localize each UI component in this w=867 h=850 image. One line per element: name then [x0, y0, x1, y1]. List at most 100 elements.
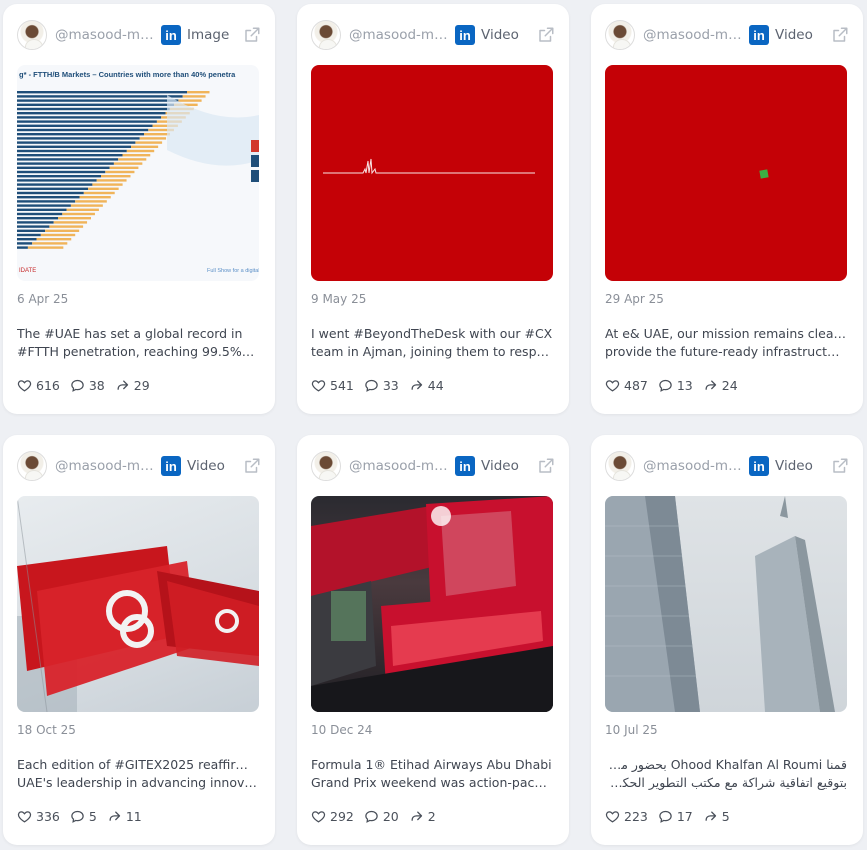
comments-stat: 20 [364, 809, 399, 824]
likes-count: 487 [624, 378, 648, 393]
shares-stat: 29 [115, 378, 150, 393]
post-media-video[interactable] [17, 496, 259, 712]
media-type-label: Video [775, 27, 813, 43]
share-icon [115, 378, 130, 393]
comments-count: 17 [676, 809, 693, 824]
avatar[interactable] [17, 20, 47, 50]
post-date: 29 Apr 25 [605, 292, 664, 306]
author-handle[interactable]: @masood-m-… [55, 458, 155, 474]
comment-icon [364, 809, 379, 824]
engagement-stats: 336 5 11 [17, 809, 152, 824]
comments-stat: 38 [70, 378, 105, 393]
avatar[interactable] [311, 20, 341, 50]
post-text-line: بتوقيع اتفاقية شراكة مع مكتب التطوير الح… [605, 775, 847, 790]
avatar[interactable] [311, 451, 341, 481]
linkedin-icon: in [749, 25, 769, 45]
post-media-video[interactable] [605, 496, 847, 712]
share-icon [409, 378, 424, 393]
shares-count: 2 [427, 809, 436, 824]
heart-icon [17, 809, 32, 824]
author-handle[interactable]: @masood-m-… [643, 458, 743, 474]
heart-icon [311, 378, 326, 393]
external-link-icon[interactable] [243, 457, 261, 475]
post-card[interactable]: @masood-m-… in Image g* - FTTH/B Markets… [3, 4, 275, 414]
post-media-video[interactable] [311, 65, 553, 281]
author-handle[interactable]: @masood-m-… [349, 458, 449, 474]
post-text-line: #FTTH penetration, reaching 99.5%—a… [17, 344, 259, 359]
linkedin-icon: in [455, 25, 475, 45]
likes-stat: 541 [311, 378, 354, 393]
comments-stat: 17 [658, 809, 693, 824]
post-date: 18 Oct 25 [17, 723, 76, 737]
engagement-stats: 616 38 29 [17, 378, 160, 393]
svg-text:Full Show for a digital: Full Show for a digital [207, 268, 259, 274]
post-date: 9 May 25 [311, 292, 367, 306]
external-link-icon[interactable] [831, 457, 849, 475]
linkedin-icon: in [161, 25, 181, 45]
card-header: @masood-m-… in Video [605, 450, 849, 482]
post-text-line: team in Ajman, joining them to respond… [311, 344, 553, 359]
share-icon [703, 378, 718, 393]
shares-count: 5 [721, 809, 730, 824]
comments-stat: 5 [70, 809, 97, 824]
post-date: 6 Apr 25 [17, 292, 69, 306]
likes-stat: 336 [17, 809, 60, 824]
post-text-line: The #UAE has set a global record in [17, 326, 243, 341]
comment-icon [70, 809, 85, 824]
shares-stat: 44 [409, 378, 444, 393]
post-media-video[interactable] [311, 496, 553, 712]
post-card[interactable]: @masood-m-… in Video 10 Dec 24 Formula 1… [297, 435, 569, 845]
comments-count: 13 [676, 378, 693, 393]
post-text[interactable]: I went #BeyondTheDesk with our #CX team … [311, 325, 553, 361]
shares-count: 44 [427, 378, 444, 393]
post-text[interactable]: قمنا Ohood Khalfan Al Roumi بحضور معالي … [605, 756, 847, 792]
likes-count: 541 [330, 378, 354, 393]
shares-stat: 5 [703, 809, 730, 824]
comment-icon [364, 378, 379, 393]
post-text[interactable]: Formula 1® Etihad Airways Abu Dhabi Gran… [311, 756, 553, 792]
post-text-line: قمنا Ohood Khalfan Al Roumi بحضور معالي [605, 757, 847, 772]
shares-stat: 2 [409, 809, 436, 824]
comment-icon [70, 378, 85, 393]
likes-stat: 292 [311, 809, 354, 824]
avatar[interactable] [605, 451, 635, 481]
post-text[interactable]: Each edition of #GITEX2025 reaffirms the… [17, 756, 259, 792]
post-media-video[interactable] [605, 65, 847, 281]
engagement-stats: 223 17 5 [605, 809, 740, 824]
external-link-icon[interactable] [831, 26, 849, 44]
post-text[interactable]: The #UAE has set a global record in #FTT… [17, 325, 259, 361]
post-text-line: UAE's leadership in advancing innovatio… [17, 775, 259, 790]
post-text-line: Formula 1® Etihad Airways Abu Dhabi [311, 757, 552, 772]
card-header: @masood-m-… in Video [311, 450, 555, 482]
post-date: 10 Dec 24 [311, 723, 373, 737]
post-card[interactable]: @masood-m-… in Video 10 Jul 25 قمنا Ohoo… [591, 435, 863, 845]
post-card[interactable]: @masood-m-… in Video 18 Oct 25 Each edit… [3, 435, 275, 845]
comment-icon [658, 378, 673, 393]
post-card[interactable]: @masood-m-… in Video 29 Apr 25 At e& UAE… [591, 4, 863, 414]
author-handle[interactable]: @masood-m-… [349, 27, 449, 43]
comments-count: 5 [88, 809, 97, 824]
post-text-line: I went #BeyondTheDesk with our #CX [311, 326, 553, 341]
comments-count: 20 [382, 809, 399, 824]
linkedin-icon: in [455, 456, 475, 476]
author-handle[interactable]: @masood-m-… [643, 27, 743, 43]
share-icon [409, 809, 424, 824]
shares-count: 29 [133, 378, 150, 393]
post-card[interactable]: @masood-m-… in Video 9 May 25 I went #Be… [297, 4, 569, 414]
heart-icon [605, 809, 620, 824]
external-link-icon[interactable] [537, 26, 555, 44]
author-handle[interactable]: @masood-m-… [55, 27, 155, 43]
external-link-icon[interactable] [537, 457, 555, 475]
external-link-icon[interactable] [243, 26, 261, 44]
avatar[interactable] [17, 451, 47, 481]
avatar[interactable] [605, 20, 635, 50]
media-type-label: Image [187, 27, 230, 43]
share-icon [703, 809, 718, 824]
post-text-line: provide the future-ready infrastructure… [605, 344, 847, 359]
linkedin-icon: in [161, 456, 181, 476]
svg-text:IDATE: IDATE [19, 268, 36, 274]
post-text[interactable]: At e& UAE, our mission remains clear: to… [605, 325, 847, 361]
post-media-image[interactable]: g* - FTTH/B Markets – Countries with mor… [17, 65, 259, 281]
card-header: @masood-m-… in Video [17, 450, 261, 482]
post-text-line: Each edition of #GITEX2025 reaffirms the [17, 757, 259, 772]
